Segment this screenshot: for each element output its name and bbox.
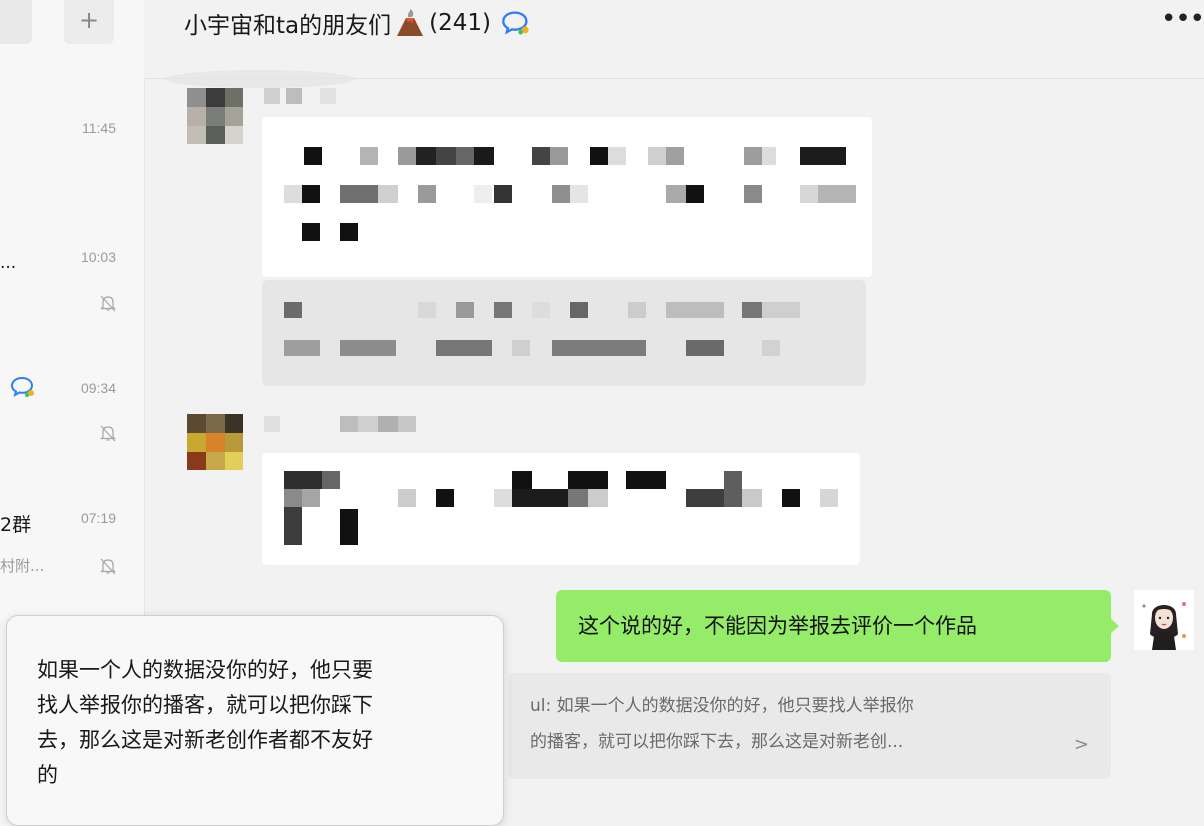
group-name: 小宇宙和ta的朋友们 — [184, 13, 392, 39]
member-count: (241) — [429, 10, 491, 36]
popup-line: 找人举报你的播客，就可以把你踩下 — [37, 693, 373, 717]
chevron-right-icon[interactable]: > — [1074, 727, 1089, 763]
avatar[interactable] — [187, 414, 243, 470]
plus-icon: + — [78, 6, 100, 34]
mute-bell-icon — [100, 558, 116, 575]
chat-time: 11:45 — [82, 120, 116, 136]
popup-line: 如果一个人的数据没你的好，他只要 — [37, 658, 373, 682]
chat-title[interactable]: 小宇宙和ta的朋友们 (241) — [184, 6, 531, 40]
blur-fragment — [165, 70, 355, 88]
quote-pixelated[interactable] — [262, 280, 866, 386]
volcano-emoji-icon — [397, 9, 424, 36]
mute-bell-icon — [100, 295, 116, 312]
chat-header: 小宇宙和ta的朋友们 (241) ••• — [144, 0, 1204, 79]
sender-name-pixelated — [264, 88, 344, 106]
message-bubble-pixelated[interactable] — [262, 117, 872, 277]
mute-bell-icon — [100, 425, 116, 442]
search-box[interactable] — [0, 0, 32, 44]
add-chat-button[interactable]: + — [64, 0, 114, 44]
chat-name-fragment: ... — [0, 253, 17, 273]
chat-name-fragment: 2群 — [0, 514, 32, 536]
popup-line: 去，那么这是对新老创作者都不友好 — [37, 728, 373, 752]
my-message-text: 这个说的好，不能因为举报去评价一个作品 — [578, 614, 977, 638]
quote-preview-popup: 如果一个人的数据没你的好，他只要 找人举报你的播客，就可以把你踩下 去，那么这是… — [6, 615, 504, 826]
quote-line: 的播客，就可以把你踩下去，那么这是对新老创... — [530, 732, 904, 752]
avatar[interactable] — [187, 88, 243, 144]
sender-name-pixelated — [264, 416, 444, 434]
chat-bubble-icon[interactable] — [501, 10, 531, 36]
message-bubble-pixelated[interactable] — [262, 453, 860, 565]
chat-bubble-icon — [10, 376, 34, 398]
quote-line: ul: 如果一个人的数据没你的好，他只要找人举报你 — [530, 696, 914, 716]
quoted-message[interactable]: ul: 如果一个人的数据没你的好，他只要找人举报你 的播客，就可以把你踩下去，那… — [508, 673, 1111, 779]
chat-time: 09:34 — [80, 380, 116, 396]
chat-time: 07:19 — [80, 510, 116, 526]
chat-preview-fragment: 村附... — [0, 557, 45, 575]
my-avatar[interactable] — [1134, 590, 1194, 650]
chat-time: 10:03 — [80, 249, 116, 265]
my-message-bubble[interactable]: 这个说的好，不能因为举报去评价一个作品 — [556, 590, 1119, 662]
popup-line: 的 — [37, 763, 58, 787]
more-icon[interactable]: ••• — [1161, 4, 1204, 34]
avatar-illustration-icon — [1134, 590, 1194, 650]
